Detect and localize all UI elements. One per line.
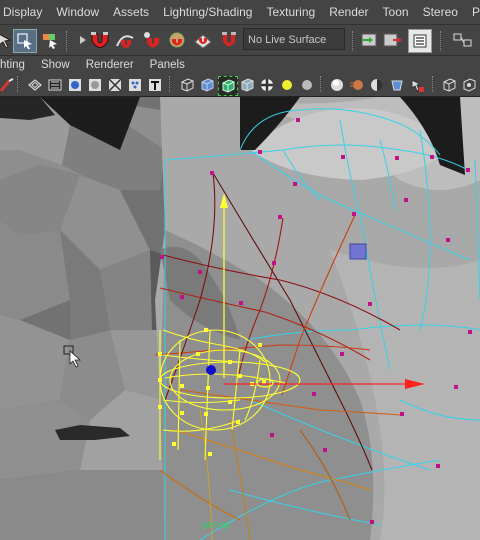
wireframe-on-shaded-icon[interactable] — [218, 76, 238, 96]
resolution-gate-icon[interactable] — [66, 76, 84, 94]
separator — [320, 76, 323, 92]
wireframe-icon[interactable] — [178, 76, 196, 94]
gate-mask-icon[interactable] — [86, 76, 104, 94]
status-line: No Live Surface — [0, 25, 480, 56]
panel-menu-lighting[interactable]: hting — [0, 56, 33, 74]
isolate-select-icon[interactable] — [408, 76, 426, 94]
menu-paint-effects[interactable]: Paint Ef — [465, 0, 480, 24]
safe-action-icon[interactable] — [126, 76, 144, 94]
snap-to-projected-center-icon[interactable] — [192, 29, 214, 51]
film-gate-icon[interactable] — [46, 76, 64, 94]
attribute-editor-icon[interactable] — [408, 29, 432, 53]
input-output-icon[interactable] — [358, 29, 380, 51]
select-by-hierarchy-icon[interactable] — [13, 29, 37, 53]
smooth-shade-icon[interactable] — [198, 76, 216, 94]
live-surface-field[interactable]: No Live Surface — [243, 28, 345, 50]
separator — [66, 31, 69, 51]
motion-blur-icon[interactable] — [348, 76, 366, 94]
menu-assets[interactable]: Assets — [106, 0, 156, 24]
separator — [17, 76, 20, 92]
menu-stereo[interactable]: Stereo — [416, 0, 465, 24]
anti-aliasing-icon[interactable] — [368, 76, 386, 94]
panel-menubar: hting Show Renderer Panels — [0, 56, 480, 74]
render-frame-icon[interactable] — [382, 29, 404, 51]
use-all-lights-icon[interactable] — [278, 76, 296, 94]
textured-icon[interactable] — [238, 76, 256, 94]
main-menubar: Display Window Assets Lighting/Shading T… — [0, 0, 480, 25]
panel-menu-renderer[interactable]: Renderer — [78, 56, 142, 74]
panel-toolbar — [0, 74, 480, 97]
checker-icon[interactable] — [258, 76, 276, 94]
z-axis-handle-icon — [206, 365, 216, 375]
pivot-marker-icon — [349, 243, 367, 260]
xray-joints-icon[interactable] — [460, 76, 478, 94]
perspective-viewport[interactable] — [0, 97, 480, 540]
menu-toon[interactable]: Toon — [376, 0, 416, 24]
depth-of-field-icon[interactable] — [388, 76, 406, 94]
snap-to-grid-icon[interactable] — [88, 29, 110, 51]
face-mesh-left — [0, 97, 170, 540]
maya-window: Display Window Assets Lighting/Shading T… — [0, 0, 480, 540]
viewport-canvas[interactable] — [0, 97, 480, 540]
face-mesh-right — [155, 97, 480, 540]
menu-render[interactable]: Render — [322, 0, 375, 24]
screen-space-ao-icon[interactable] — [328, 76, 346, 94]
snap-to-view-plane-icon[interactable] — [166, 29, 188, 51]
menu-window[interactable]: Window — [49, 0, 106, 24]
separator — [432, 76, 435, 92]
separator — [169, 76, 172, 92]
camera-name-label: persp — [202, 520, 231, 531]
xray-icon[interactable] — [440, 76, 458, 94]
menu-lighting-shading[interactable]: Lighting/Shading — [156, 0, 259, 24]
snap-to-point-icon[interactable] — [140, 29, 162, 51]
menu-display[interactable]: Display — [0, 0, 49, 24]
panel-menu-panels[interactable]: Panels — [142, 56, 193, 74]
separator — [440, 31, 443, 51]
separator — [352, 31, 355, 51]
hypershade-icon[interactable] — [452, 29, 474, 51]
field-chart-icon[interactable] — [106, 76, 124, 94]
menu-texturing[interactable]: Texturing — [259, 0, 322, 24]
wireframe-shaded-icon[interactable] — [26, 76, 44, 94]
make-live-icon[interactable] — [218, 29, 240, 51]
paint-brush-icon[interactable] — [0, 76, 16, 94]
snap-to-curve-icon[interactable] — [114, 29, 136, 51]
safe-title-icon[interactable] — [146, 76, 164, 94]
panel-menu-show[interactable]: Show — [33, 56, 78, 74]
shadows-icon[interactable] — [298, 76, 316, 94]
select-by-component-icon[interactable] — [39, 29, 61, 51]
